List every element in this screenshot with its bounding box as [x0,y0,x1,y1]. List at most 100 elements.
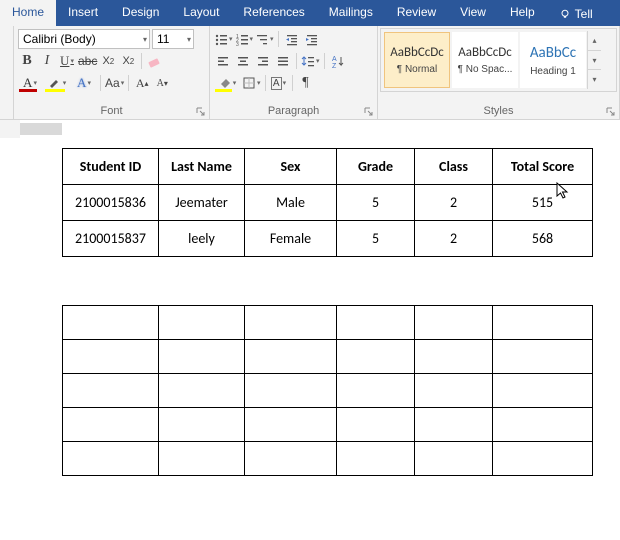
empty-table[interactable] [62,305,593,476]
dialog-launcher-icon[interactable] [196,107,206,117]
sort-icon: AZ [331,54,345,68]
line-spacing-icon [301,54,315,68]
paint-bucket-icon [218,76,232,90]
style-preview: AaBbCc [530,44,576,62]
align-left-icon [216,54,230,68]
text-effects-button[interactable]: A▾ [72,73,96,93]
font-size-combo[interactable]: 11▾ [152,29,194,49]
align-right-icon [256,54,270,68]
table-row[interactable]: 2100015837leelyFemale52568 [63,221,593,257]
group-font: Calibri (Body)▾ 11▾ B I U▾ abc X2 X2 A▾ … [14,26,210,119]
multilevel-list-button[interactable]: ▾ [255,29,274,49]
clear-formatting-button[interactable] [146,51,164,71]
highlight-button[interactable]: ▾ [44,73,70,93]
show-marks-button[interactable]: ¶ [297,73,315,93]
tab-help[interactable]: Help [498,0,547,26]
tab-design[interactable]: Design [110,0,171,26]
table-header[interactable]: Grade [337,149,415,185]
grow-font-button[interactable]: A▴ [133,73,151,93]
chevron-down-icon: ▾ [187,35,191,44]
align-center-button[interactable] [234,51,252,71]
chevron-down-icon: ▾ [143,35,147,44]
style-preview: AaBbCcDc [458,45,512,60]
table-header[interactable]: Last Name [159,149,245,185]
font-color-button[interactable]: A▾ [18,73,42,93]
group-label-paragraph: Paragraph [210,104,377,119]
numbering-icon: 123 [235,32,249,46]
gallery-down-button[interactable]: ▾ [588,51,601,71]
sort-button[interactable]: AZ [329,51,347,71]
style-item[interactable]: AaBbCc Heading 1 [520,32,586,88]
bullets-button[interactable]: ▾ [214,29,233,49]
bold-button[interactable]: B [18,51,36,71]
styles-gallery: AaBbCcDc¶ NormalAaBbCcDc¶ No Spac...AaBb… [380,28,617,92]
ruler[interactable] [0,120,620,138]
group-label-styles: Styles [378,104,619,119]
group-paragraph: ▾ 123▾ ▾ ▾ AZ ▾ ▾ A▾ [210,26,378,119]
italic-button[interactable]: I [38,51,56,71]
tab-home[interactable]: Home [0,0,56,26]
table-row[interactable] [63,408,593,442]
superscript-button[interactable]: X2 [119,51,137,71]
dialog-launcher-icon[interactable] [606,107,616,117]
gallery-up-button[interactable]: ▴ [588,31,601,51]
multilevel-icon [255,32,269,46]
borders-button[interactable]: ▾ [242,73,261,93]
eraser-icon [147,53,163,69]
bullets-icon [214,32,228,46]
table-header[interactable]: Total Score [493,149,593,185]
style-item[interactable]: AaBbCcDc ¶ Normal [384,32,450,88]
tab-layout[interactable]: Layout [171,0,231,26]
lightbulb-icon [559,8,571,20]
table-header[interactable]: Sex [245,149,337,185]
student-table[interactable]: Student IDLast NameSexGradeClassTotal Sc… [62,148,593,257]
align-center-icon [236,54,250,68]
outdent-icon [285,32,299,46]
style-preview: AaBbCcDc [390,45,444,60]
tab-references[interactable]: References [231,0,316,26]
justify-button[interactable] [274,51,292,71]
document-area[interactable]: Student IDLast NameSexGradeClassTotal Sc… [0,138,620,476]
tab-mailings[interactable]: Mailings [317,0,385,26]
align-right-button[interactable] [254,51,272,71]
underline-button[interactable]: U▾ [58,51,76,71]
shading-button[interactable]: ▾ [214,73,240,93]
numbering-button[interactable]: 123▾ [235,29,254,49]
align-left-button[interactable] [214,51,232,71]
increase-indent-button[interactable] [303,29,321,49]
table-header[interactable]: Class [415,149,493,185]
tell-me[interactable]: Tell [547,0,605,26]
ribbon: Calibri (Body)▾ 11▾ B I U▾ abc X2 X2 A▾ … [0,26,620,120]
svg-text:Z: Z [332,63,337,68]
shrink-font-button[interactable]: A▾ [153,73,171,93]
justify-icon [276,54,290,68]
highlighter-icon [48,76,62,90]
table-row[interactable] [63,340,593,374]
style-name: ¶ Normal [397,64,437,75]
style-item[interactable]: AaBbCcDc ¶ No Spac... [452,32,518,88]
decrease-indent-button[interactable] [283,29,301,49]
ribbon-tabs: Home Insert Design Layout References Mai… [0,0,620,26]
dialog-launcher-icon[interactable] [364,107,374,117]
svg-text:A: A [332,56,337,63]
style-name: Heading 1 [530,66,576,77]
asian-layout-button[interactable]: A▾ [270,73,288,93]
tab-insert[interactable]: Insert [56,0,110,26]
subscript-button[interactable]: X2 [99,51,117,71]
line-spacing-button[interactable]: ▾ [301,51,320,71]
table-row[interactable] [63,374,593,408]
group-label-font: Font [14,104,209,119]
tab-review[interactable]: Review [385,0,448,26]
tab-view[interactable]: View [448,0,498,26]
change-case-button[interactable]: Aa▾ [105,73,124,93]
style-name: ¶ No Spac... [458,64,513,75]
group-styles: AaBbCcDc¶ NormalAaBbCcDc¶ No Spac...AaBb… [378,26,620,119]
table-row[interactable] [63,442,593,476]
strikethrough-button[interactable]: abc [78,51,97,71]
table-row[interactable]: 2100015836JeematerMale52515 [63,185,593,221]
gallery-more-button[interactable]: ▾ [588,70,601,89]
svg-text:3: 3 [236,42,239,46]
font-name-combo[interactable]: Calibri (Body)▾ [18,29,150,49]
table-header[interactable]: Student ID [63,149,159,185]
table-row[interactable] [63,306,593,340]
